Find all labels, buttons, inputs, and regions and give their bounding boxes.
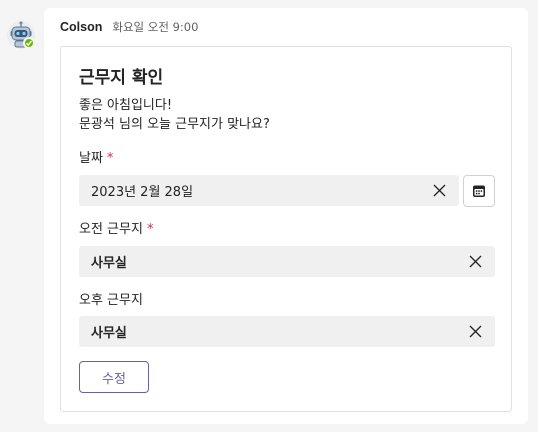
afternoon-label-text: 오후 근무지 xyxy=(79,293,143,308)
clear-morning-icon[interactable] xyxy=(468,254,483,269)
afternoon-label: 오후 근무지 xyxy=(79,289,143,308)
adaptive-card: 근무지 확인 좋은 아침입니다! 문광석 님의 오늘 근무지가 맞나요? 날짜 *… xyxy=(60,46,512,412)
clear-date-icon[interactable] xyxy=(432,183,447,198)
required-mark: * xyxy=(106,151,114,166)
clear-afternoon-icon[interactable] xyxy=(468,324,483,339)
afternoon-location-value: 사무실 xyxy=(91,326,127,341)
date-field[interactable]: 2023년 2월 28일 xyxy=(79,175,459,206)
presence-available-icon xyxy=(23,37,35,49)
morning-location-value: 사무실 xyxy=(91,256,127,271)
message-bubble: Colson 화요일 오전 9:00 근무지 확인 좋은 아침입니다! 문광석 … xyxy=(44,8,528,424)
calendar-picker-button[interactable] xyxy=(463,175,495,207)
required-mark: * xyxy=(146,222,154,237)
greeting-line-1: 좋은 아침입니다! xyxy=(79,98,173,113)
calendar-icon xyxy=(473,185,485,197)
afternoon-location-field[interactable]: 사무실 xyxy=(79,316,495,347)
message-timestamp: 화요일 오전 9:00 xyxy=(112,20,199,34)
morning-label-text: 오전 근무지 xyxy=(79,222,143,237)
date-label: 날짜 * xyxy=(79,147,113,166)
card-greeting: 좋은 아침입니다! 문광석 님의 오늘 근무지가 맞나요? xyxy=(79,96,270,134)
date-label-text: 날짜 xyxy=(79,151,103,166)
card-title: 근무지 확인 xyxy=(79,68,164,88)
message-header: Colson 화요일 오전 9:00 xyxy=(60,18,198,36)
date-value: 2023년 2월 28일 xyxy=(91,185,194,200)
sender-name[interactable]: Colson xyxy=(60,20,102,34)
morning-label: 오전 근무지 * xyxy=(79,218,153,237)
greeting-line-2: 문광석 님의 오늘 근무지가 맞나요? xyxy=(79,117,270,132)
morning-location-field[interactable]: 사무실 xyxy=(79,246,495,277)
edit-button[interactable]: 수정 xyxy=(79,361,149,393)
